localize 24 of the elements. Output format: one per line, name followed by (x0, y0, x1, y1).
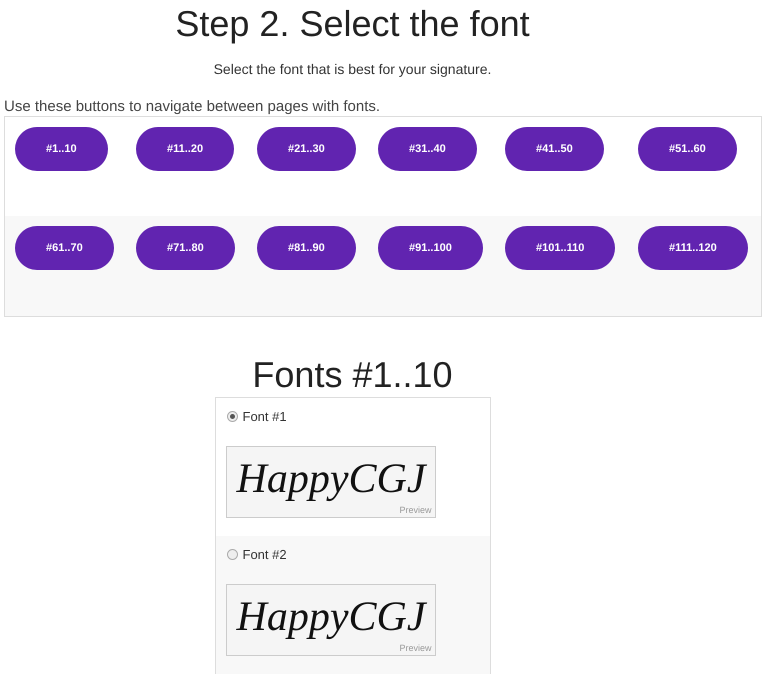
page-button[interactable]: #41..50 (505, 127, 604, 171)
page-subheading: Select the font that is best for your signature. (214, 60, 492, 78)
preview-text: HappyCGJ (236, 593, 426, 641)
page-button[interactable]: #31..40 (378, 127, 477, 171)
page-button[interactable]: #11..20 (136, 127, 234, 171)
page-button[interactable]: #111..120 (638, 226, 748, 270)
page-button[interactable]: #71..80 (136, 226, 235, 270)
page-heading: Step 2. Select the font (175, 2, 530, 46)
preview-text: HappyCGJ (236, 455, 426, 503)
radio-button[interactable] (226, 410, 238, 422)
preview-label: Preview (399, 643, 432, 654)
font-label: Font #1 (242, 408, 287, 424)
radio-button[interactable] (226, 548, 238, 560)
page-button[interactable]: #21..30 (257, 127, 356, 171)
page-button[interactable]: #1..10 (15, 127, 108, 171)
page-button[interactable]: #61..70 (15, 226, 114, 270)
page-button[interactable]: #81..90 (257, 226, 356, 270)
navigation-hint: Use these buttons to navigate between pages with fonts. (4, 98, 382, 116)
page-button[interactable]: #101..110 (505, 226, 616, 270)
page-button[interactable]: #91..100 (378, 226, 483, 270)
fonts-heading: Fonts #1..10 (252, 353, 453, 397)
page-button[interactable]: #51..60 (638, 127, 737, 171)
preview-label: Preview (399, 505, 432, 516)
font-label: Font #2 (242, 546, 287, 562)
